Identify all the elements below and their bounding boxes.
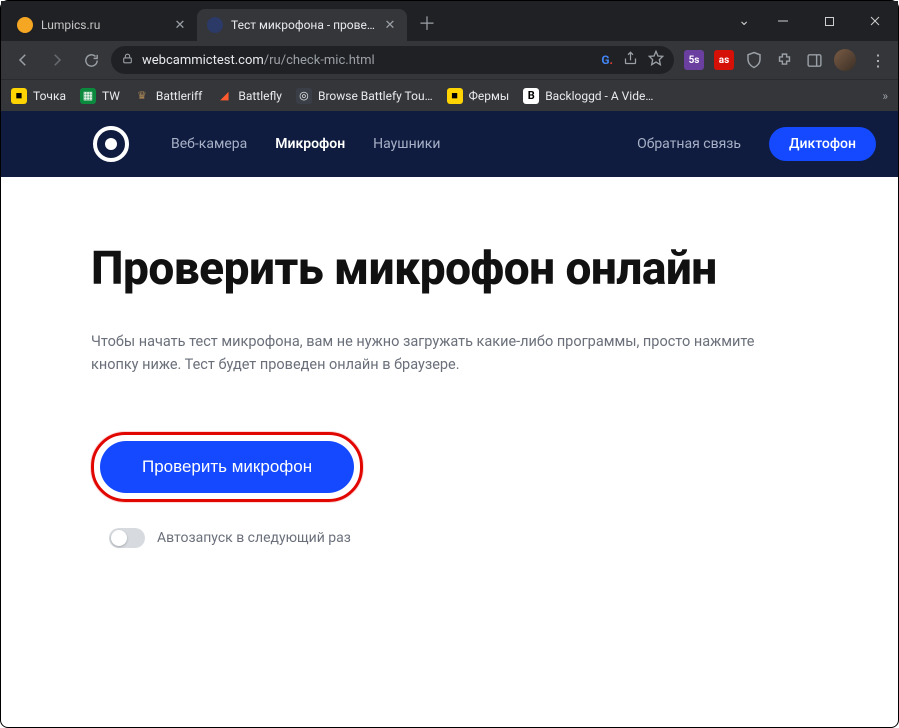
chrome-menu-button[interactable]: ⋮	[866, 51, 890, 70]
page-content: Проверить микрофон онлайн Чтобы начать т…	[1, 177, 898, 548]
page-lead-text: Чтобы начать тест микрофона, вам не нужн…	[91, 330, 791, 376]
bookmark-icon: ♛	[134, 88, 150, 104]
bookmark-star-icon[interactable]	[648, 50, 664, 70]
share-icon[interactable]	[623, 51, 638, 70]
bookmark-label: Browse Battlefy Tou…	[318, 89, 433, 103]
autostart-toggle[interactable]	[109, 528, 145, 548]
nav-webcam[interactable]: Веб-камера	[171, 136, 247, 152]
bookmark-icon: ◎	[296, 88, 312, 104]
side-panel-button[interactable]	[804, 50, 824, 70]
bookmark-tw[interactable]: ▦ TW	[80, 88, 120, 104]
bookmark-battlefly[interactable]: ◢ Battlefly	[216, 88, 282, 104]
nav-recorder-button[interactable]: Диктофон	[769, 127, 876, 161]
close-button[interactable]	[852, 1, 898, 41]
close-icon[interactable]: ✕	[173, 18, 187, 33]
tab-title: Lumpics.ru	[41, 18, 165, 32]
ext-shield-icon[interactable]	[744, 50, 764, 70]
close-icon[interactable]: ✕	[383, 18, 397, 33]
tab-title: Тест микрофона - проверка ми	[231, 18, 375, 32]
bookmark-fermy[interactable]: ■ Фермы	[447, 88, 510, 104]
extension-area: 5s as ⋮	[680, 49, 890, 71]
tab-lumpics[interactable]: Lumpics.ru ✕	[7, 9, 197, 41]
nav-microphone[interactable]: Микрофон	[275, 136, 345, 152]
bookmark-backloggd[interactable]: B Backloggd - A Vide…	[523, 88, 653, 104]
omnibox-actions: G.	[601, 50, 664, 70]
autostart-row: Автозапуск в следующий раз	[91, 528, 808, 548]
bookmark-label: Backloggd - A Vide…	[545, 89, 653, 103]
toolbar: webcammictest.com/ru/check-mic.html G. 5…	[1, 41, 898, 79]
favicon-icon	[17, 17, 33, 33]
bookmark-label: Фермы	[469, 89, 510, 103]
bookmarks-overflow-button[interactable]: »	[882, 89, 888, 103]
google-icon[interactable]: G.	[601, 53, 613, 67]
reload-button[interactable]	[77, 46, 105, 74]
lock-icon	[121, 52, 134, 69]
cta-highlight-frame: Проверить микрофон	[91, 432, 363, 502]
bookmark-icon: B	[523, 88, 539, 104]
favicon-icon	[207, 17, 223, 33]
ext-5s-icon[interactable]: 5s	[684, 50, 704, 70]
extensions-button[interactable]	[774, 50, 794, 70]
bookmark-battleriff[interactable]: ♛ Battleriff	[134, 88, 202, 104]
minimize-button[interactable]	[760, 1, 806, 41]
bookmark-battlefy[interactable]: ◎ Browse Battlefy Tou…	[296, 88, 433, 104]
bookmark-icon: ■	[11, 88, 27, 104]
bookmark-icon: ▦	[80, 88, 96, 104]
tab-mictest[interactable]: Тест микрофона - проверка ми ✕	[197, 9, 407, 41]
bookmark-icon: ■	[447, 88, 463, 104]
autostart-label: Автозапуск в следующий раз	[157, 530, 351, 546]
maximize-button[interactable]	[806, 1, 852, 41]
back-button[interactable]	[9, 46, 37, 74]
tab-search-button[interactable]: ⌄	[728, 13, 760, 29]
ext-lastfm-icon[interactable]: as	[714, 50, 734, 70]
tab-strip: Lumpics.ru ✕ Тест микрофона - проверка м…	[7, 1, 407, 41]
page-heading: Проверить микрофон онлайн	[91, 243, 808, 296]
bookmark-tochka[interactable]: ■ Точка	[11, 88, 66, 104]
site-navbar: Веб-камера Микрофон Наушники Обратная св…	[1, 111, 898, 177]
window-controls: ⌄	[728, 1, 898, 41]
new-tab-button[interactable]: ＋	[413, 9, 441, 37]
check-microphone-button[interactable]: Проверить микрофон	[100, 441, 354, 493]
nav-headphones[interactable]: Наушники	[373, 136, 440, 152]
url-text: webcammictest.com/ru/check-mic.html	[142, 53, 375, 68]
nav-feedback[interactable]: Обратная связь	[637, 136, 741, 152]
forward-button[interactable]	[43, 46, 71, 74]
bookmarks-bar: ■ Точка ▦ TW ♛ Battleriff ◢ Battlefly ◎ …	[1, 79, 898, 111]
bookmark-label: Battleriff	[156, 89, 202, 103]
site-logo-icon[interactable]	[93, 126, 129, 162]
address-bar[interactable]: webcammictest.com/ru/check-mic.html G.	[111, 46, 674, 74]
bookmark-icon: ◢	[216, 88, 232, 104]
bookmark-label: Battlefly	[238, 89, 282, 103]
profile-avatar[interactable]	[834, 49, 856, 71]
window-titlebar: Lumpics.ru ✕ Тест микрофона - проверка м…	[1, 1, 898, 41]
bookmark-label: TW	[102, 89, 120, 103]
bookmark-label: Точка	[33, 89, 66, 103]
